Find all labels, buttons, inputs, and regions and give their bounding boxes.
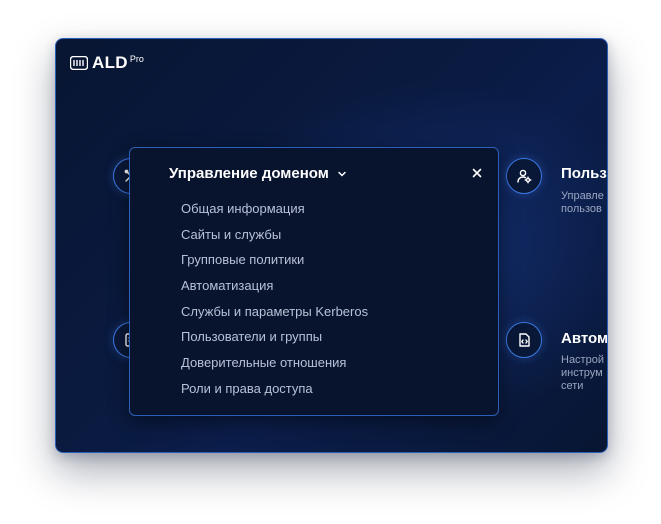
menu-item-trusts[interactable]: Доверительные отношения xyxy=(181,354,368,380)
card-automation-title[interactable]: Автом xyxy=(561,330,607,347)
card-users-title[interactable]: Польз xyxy=(561,165,607,182)
brand-sup: Pro xyxy=(129,54,144,64)
code-file-icon[interactable] xyxy=(506,322,542,358)
card-users-desc: Управле пользов xyxy=(561,190,604,215)
menu-item-users-groups[interactable]: Пользователи и группы xyxy=(181,328,368,354)
menu-item-automation[interactable]: Автоматизация xyxy=(181,277,368,303)
menu-item-general-info[interactable]: Общая информация xyxy=(181,200,368,226)
menu-item-sites-services[interactable]: Сайты и службы xyxy=(181,226,368,252)
menu-item-kerberos[interactable]: Службы и параметры Kerberos xyxy=(181,303,368,329)
user-settings-icon[interactable] xyxy=(506,158,542,194)
dropdown-menu: Общая информация Сайты и службы Групповы… xyxy=(181,200,368,406)
brand-name: ALD xyxy=(92,53,128,72)
chevron-down-icon xyxy=(338,171,346,177)
logo-mark-icon xyxy=(70,56,88,70)
menu-item-group-policies[interactable]: Групповые политики xyxy=(181,251,368,277)
domain-management-dropdown: Управление доменом Общая информация Сайт… xyxy=(129,147,499,416)
card-automation-desc: Настрой инструм сети xyxy=(561,354,604,392)
dropdown-title-toggle[interactable]: Управление доменом xyxy=(169,165,347,182)
dropdown-title: Управление доменом xyxy=(169,165,329,182)
close-icon xyxy=(472,168,482,178)
app-window: ALD Pro Польз Управле пользов Автом Наст… xyxy=(55,38,608,453)
close-button[interactable] xyxy=(470,166,484,180)
menu-item-roles-access[interactable]: Роли и права доступа xyxy=(181,380,368,406)
ald-pro-logo[interactable]: ALD Pro xyxy=(70,53,144,73)
